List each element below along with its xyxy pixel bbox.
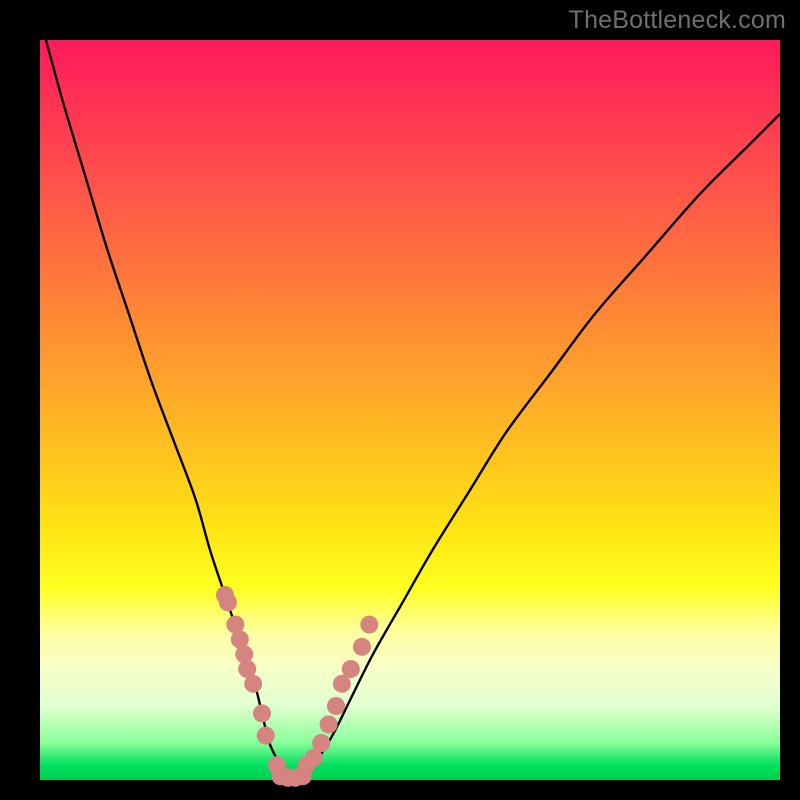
chart-plot-area bbox=[40, 40, 780, 780]
data-point-marker bbox=[342, 660, 360, 678]
data-point-marker bbox=[219, 593, 237, 611]
data-point-marker bbox=[235, 645, 253, 663]
data-point-marker bbox=[257, 727, 275, 745]
bottleneck-curve bbox=[40, 18, 780, 782]
chart-stage: TheBottleneck.com bbox=[0, 0, 800, 800]
data-point-marker bbox=[353, 638, 371, 656]
chart-svg bbox=[40, 40, 780, 780]
data-point-markers bbox=[216, 586, 378, 787]
data-point-marker bbox=[244, 675, 262, 693]
data-point-marker bbox=[360, 616, 378, 634]
data-point-marker bbox=[320, 716, 338, 734]
watermark-text: TheBottleneck.com bbox=[569, 6, 786, 35]
data-point-marker bbox=[294, 767, 312, 785]
data-point-marker bbox=[253, 704, 271, 722]
data-point-marker bbox=[327, 697, 345, 715]
data-point-marker bbox=[312, 734, 330, 752]
